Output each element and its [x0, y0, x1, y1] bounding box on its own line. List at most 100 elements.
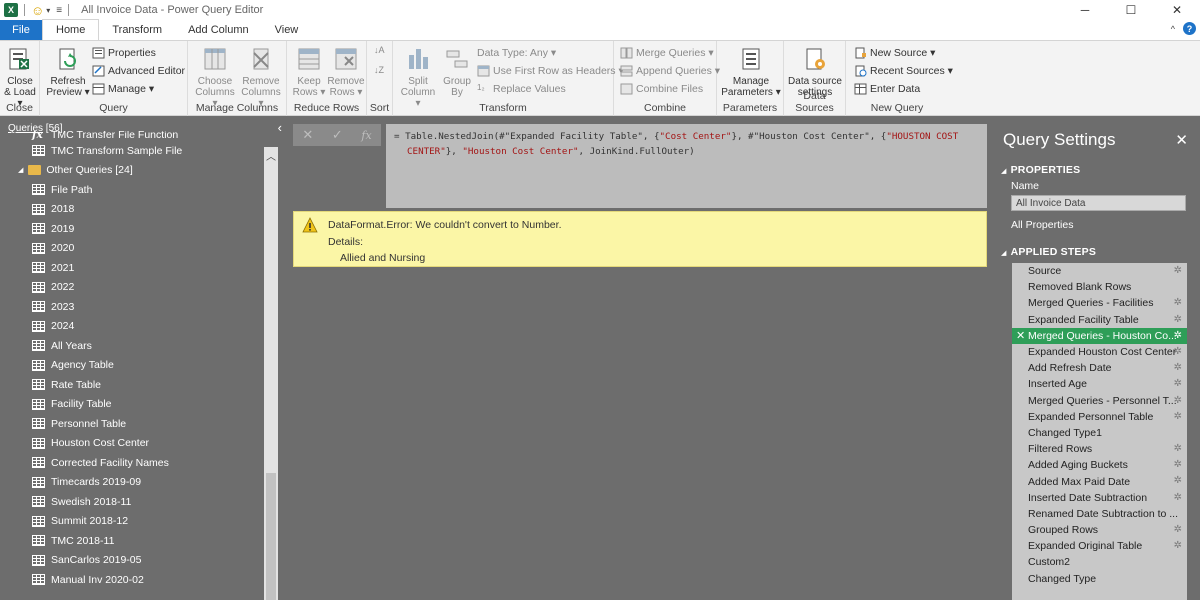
- commit-formula-icon[interactable]: ✓: [332, 127, 343, 143]
- step-settings-gear-icon[interactable]: ✲: [1174, 314, 1182, 325]
- query-item[interactable]: All Years: [0, 336, 264, 356]
- step-settings-gear-icon[interactable]: ✲: [1174, 411, 1182, 422]
- applied-step[interactable]: Changed Type: [1012, 571, 1187, 587]
- applied-steps-section-header[interactable]: ◢ APPLIED STEPS: [1001, 246, 1096, 258]
- step-settings-gear-icon[interactable]: ✲: [1174, 362, 1182, 373]
- applied-step[interactable]: Source ✲: [1012, 263, 1187, 279]
- step-settings-gear-icon[interactable]: ✲: [1174, 297, 1182, 308]
- query-item[interactable]: fx TMC Transfer File Function: [0, 131, 264, 141]
- query-item[interactable]: SanCarlos 2019-05: [0, 551, 264, 571]
- group-by-button[interactable]: Group By: [439, 45, 475, 98]
- applied-step[interactable]: Added Max Paid Date ✲: [1012, 473, 1187, 489]
- formula-input[interactable]: = Table.NestedJoin(#"Expanded Facility T…: [386, 124, 987, 208]
- applied-step[interactable]: Merged Queries - Personnel T... ✲: [1012, 393, 1187, 409]
- query-folder[interactable]: ◢ Other Queries [24]: [0, 161, 264, 181]
- remove-rows-button[interactable]: Remove Rows ▾: [327, 45, 365, 98]
- manage-parameters-button[interactable]: Manage Parameters ▾: [721, 45, 781, 98]
- tab-view[interactable]: View: [262, 20, 312, 40]
- step-settings-gear-icon[interactable]: ✲: [1174, 346, 1182, 357]
- keep-rows-button[interactable]: Keep Rows ▾: [291, 45, 327, 98]
- maximize-button[interactable]: ☐: [1108, 0, 1154, 20]
- recent-sources-button[interactable]: Recent Sources ▾: [854, 65, 953, 77]
- applied-step[interactable]: Inserted Age ✲: [1012, 376, 1187, 392]
- new-source-button[interactable]: New Source ▾: [854, 47, 935, 59]
- query-item[interactable]: 2020: [0, 239, 264, 259]
- collapse-queries-icon[interactable]: ‹: [278, 120, 282, 135]
- quick-access-customize-icon[interactable]: ≡: [56, 5, 62, 16]
- step-settings-gear-icon[interactable]: ✲: [1174, 330, 1182, 341]
- step-settings-gear-icon[interactable]: ✲: [1174, 524, 1182, 535]
- applied-step[interactable]: Expanded Facility Table ✲: [1012, 312, 1187, 328]
- close-settings-icon[interactable]: ✕: [1175, 131, 1188, 149]
- query-item[interactable]: 2022: [0, 278, 264, 298]
- query-item[interactable]: Personnel Table: [0, 414, 264, 434]
- tab-transform[interactable]: Transform: [99, 20, 175, 40]
- applied-step[interactable]: Removed Blank Rows: [1012, 279, 1187, 295]
- step-settings-gear-icon[interactable]: ✲: [1174, 475, 1182, 486]
- query-item[interactable]: Houston Cost Center: [0, 434, 264, 454]
- close-window-button[interactable]: ✕: [1154, 0, 1200, 20]
- query-item[interactable]: TMC 2018-11: [0, 531, 264, 551]
- insert-function-icon[interactable]: fx: [361, 129, 371, 142]
- tab-add-column[interactable]: Add Column: [175, 20, 262, 40]
- applied-step[interactable]: Inserted Date Subtraction ✲: [1012, 490, 1187, 506]
- merge-queries-button[interactable]: Merge Queries ▾: [620, 47, 714, 59]
- split-column-button[interactable]: Split Column ▾: [397, 45, 439, 109]
- step-settings-gear-icon[interactable]: ✲: [1174, 443, 1182, 454]
- query-item[interactable]: Facility Table: [0, 395, 264, 415]
- close-load-button[interactable]: Close & Load ▾: [3, 45, 37, 109]
- tab-home[interactable]: Home: [42, 19, 100, 40]
- remove-columns-button[interactable]: Remove Columns ▾: [238, 45, 284, 109]
- collapse-ribbon-icon[interactable]: ^: [1171, 24, 1175, 34]
- step-settings-gear-icon[interactable]: ✲: [1174, 492, 1182, 503]
- scroll-up-icon[interactable]: ︿: [264, 147, 278, 163]
- properties-section-header[interactable]: ◢ PROPERTIES: [1001, 164, 1080, 176]
- query-item[interactable]: 2023: [0, 297, 264, 317]
- choose-columns-button[interactable]: Choose Columns ▾: [192, 45, 238, 109]
- all-properties-link[interactable]: All Properties: [1011, 219, 1073, 231]
- query-item[interactable]: Corrected Facility Names: [0, 453, 264, 473]
- advanced-editor-button[interactable]: Advanced Editor: [92, 65, 185, 77]
- sort-ascending-button[interactable]: ↓A: [374, 45, 385, 55]
- step-settings-gear-icon[interactable]: ✲: [1174, 265, 1182, 276]
- applied-step[interactable]: Add Refresh Date ✲: [1012, 360, 1187, 376]
- refresh-preview-button[interactable]: Refresh Preview ▾: [46, 45, 90, 98]
- replace-values-button[interactable]: 1₂ Replace Values: [477, 83, 566, 95]
- query-item[interactable]: Summit 2018-12: [0, 512, 264, 532]
- query-name-input[interactable]: [1011, 195, 1186, 211]
- applied-step[interactable]: Expanded Houston Cost Center ✲: [1012, 344, 1187, 360]
- query-item[interactable]: Manual Inv 2020-02: [0, 570, 264, 590]
- smiley-feedback-icon[interactable]: ☺: [31, 3, 44, 18]
- feedback-dropdown-icon[interactable]: ▾: [46, 6, 50, 15]
- cancel-formula-icon[interactable]: ✕: [302, 127, 313, 143]
- step-settings-gear-icon[interactable]: ✲: [1174, 378, 1182, 389]
- data-type-dropdown[interactable]: Data Type: Any ▾: [477, 47, 556, 59]
- use-first-row-headers-button[interactable]: Use First Row as Headers ▾: [477, 65, 624, 77]
- applied-step[interactable]: Expanded Original Table ✲: [1012, 538, 1187, 554]
- minimize-button[interactable]: ─: [1062, 0, 1108, 20]
- enter-data-button[interactable]: Enter Data: [854, 83, 920, 95]
- manage-button[interactable]: Manage ▾: [92, 83, 154, 95]
- query-item[interactable]: Agency Table: [0, 356, 264, 376]
- applied-step[interactable]: Grouped Rows ✲: [1012, 522, 1187, 538]
- query-item[interactable]: 2021: [0, 258, 264, 278]
- applied-step[interactable]: Renamed Date Subtraction to ...: [1012, 506, 1187, 522]
- scroll-thumb[interactable]: [266, 473, 276, 600]
- query-item[interactable]: Timecards 2019-09: [0, 473, 264, 493]
- applied-step-selected[interactable]: ✕ Merged Queries - Houston Co... ✲: [1012, 327, 1187, 344]
- query-item[interactable]: 2018: [0, 200, 264, 220]
- delete-step-icon[interactable]: ✕: [1016, 329, 1028, 342]
- applied-step[interactable]: Expanded Personnel Table ✲: [1012, 409, 1187, 425]
- queries-scrollbar[interactable]: ︿: [264, 147, 278, 600]
- properties-button[interactable]: Properties: [92, 47, 156, 59]
- step-settings-gear-icon[interactable]: ✲: [1174, 395, 1182, 406]
- applied-step[interactable]: Custom2: [1012, 554, 1187, 570]
- sort-descending-button[interactable]: ↓Z: [374, 65, 384, 75]
- tab-file[interactable]: File: [0, 20, 42, 40]
- folder-expand-icon[interactable]: ◢: [18, 166, 23, 174]
- applied-step[interactable]: Changed Type1: [1012, 425, 1187, 441]
- applied-step[interactable]: Added Aging Buckets ✲: [1012, 457, 1187, 473]
- query-item[interactable]: 2019: [0, 219, 264, 239]
- query-item[interactable]: Rate Table: [0, 375, 264, 395]
- applied-step[interactable]: Filtered Rows ✲: [1012, 441, 1187, 457]
